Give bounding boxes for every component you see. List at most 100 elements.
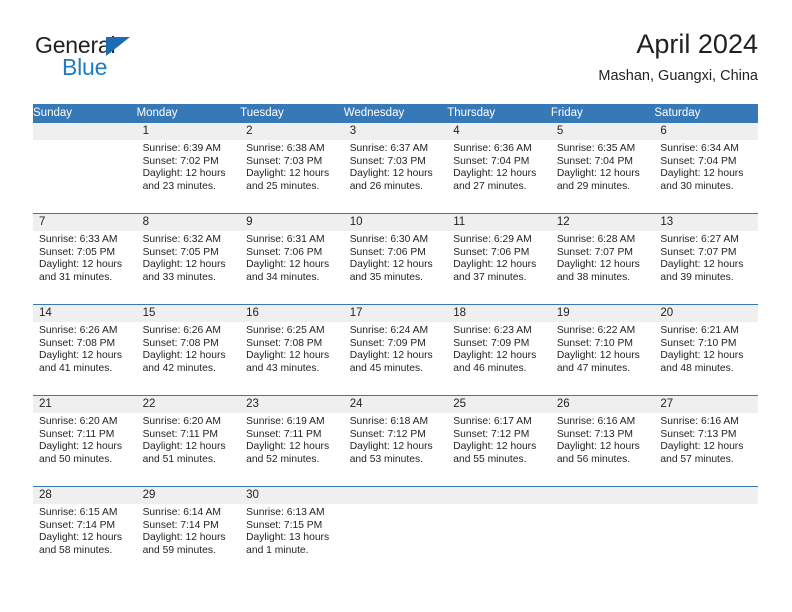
day-details: Sunrise: 6:14 AM Sunset: 7:14 PM Daylight:…: [137, 504, 241, 557]
generalblue-logo[interactable]: General Blue: [33, 32, 263, 90]
calendar-day-cell[interactable]: 10 Sunrise: 6:30 AM Sunset: 7:06 PM Dayligh…: [343, 213, 448, 305]
daylight-duration-line1: Daylight: 12 hours: [556, 441, 640, 453]
day-number: 26: [550, 396, 655, 413]
calendar-day-cell[interactable]: 17 Sunrise: 6:24 AM Sunset: 7:09 PM Dayligh…: [343, 304, 448, 396]
day-details: Sunrise: 6:24 AM Sunset: 7:09 PM Daylight:…: [344, 322, 448, 375]
calendar-day-cell[interactable]: 12 Sunrise: 6:28 AM Sunset: 7:07 PM Dayligh…: [550, 213, 655, 305]
calendar-day-cell[interactable]: 20 Sunrise: 6:21 AM Sunset: 7:10 PM Dayligh…: [654, 304, 758, 396]
daylight-duration-line2: and 35 minutes.: [349, 271, 423, 283]
calendar-day-cell[interactable]: 1 Sunrise: 6:39 AM Sunset: 7:02 PM Daylight…: [136, 123, 241, 214]
calendar-day-cell[interactable]: 21 Sunrise: 6:20 AM Sunset: 7:11 PM Dayligh…: [33, 395, 137, 487]
daylight-duration-line2: and 43 minutes.: [246, 362, 320, 374]
day-details: Sunrise: 6:22 AM Sunset: 7:10 PM Daylight:…: [551, 322, 655, 375]
daylight-duration-line2: and 33 minutes.: [142, 271, 216, 283]
sunrise-time: Sunrise: 6:22 AM: [556, 325, 636, 336]
sunset-time: Sunset: 7:10 PM: [660, 337, 737, 349]
calendar-day-cell[interactable]: 27 Sunrise: 6:16 AM Sunset: 7:13 PM Dayligh…: [654, 395, 758, 487]
day-details: Sunrise: 6:19 AM Sunset: 7:11 PM Daylight:…: [240, 413, 344, 466]
calendar-day-cell[interactable]: 24 Sunrise: 6:18 AM Sunset: 7:12 PM Dayligh…: [343, 395, 448, 487]
sunset-time: Sunset: 7:08 PM: [142, 337, 219, 349]
daylight-duration-line1: Daylight: 12 hours: [142, 350, 226, 362]
calendar-day-cell[interactable]: 14 Sunrise: 6:26 AM Sunset: 7:08 PM Dayligh…: [33, 304, 137, 396]
daylight-duration-line2: and 23 minutes.: [142, 180, 216, 192]
day-number: 2: [240, 123, 344, 140]
calendar-day-cell[interactable]: 29 Sunrise: 6:14 AM Sunset: 7:14 PM Dayligh…: [136, 486, 241, 577]
day-details: Sunrise: 6:36 AM Sunset: 7:04 PM Daylight:…: [447, 140, 551, 193]
sunrise-time: Sunrise: 6:16 AM: [660, 416, 739, 427]
weekday-header-monday: Monday: [136, 104, 241, 123]
day-details: Sunrise: 6:21 AM Sunset: 7:10 PM Daylight:…: [654, 322, 758, 375]
daylight-duration-line2: and 1 minute.: [246, 544, 309, 556]
day-number: [550, 487, 655, 504]
daylight-duration-line1: Daylight: 12 hours: [556, 168, 640, 180]
day-details: Sunrise: 6:26 AM Sunset: 7:08 PM Daylight:…: [33, 322, 137, 375]
calendar-empty-cell: [654, 486, 758, 577]
daylight-duration-line2: and 38 minutes.: [556, 271, 631, 283]
day-details: Sunrise: 6:20 AM Sunset: 7:11 PM Daylight:…: [33, 413, 137, 466]
sunrise-time: Sunrise: 6:23 AM: [453, 325, 532, 336]
calendar-day-cell[interactable]: 11 Sunrise: 6:29 AM Sunset: 7:06 PM Dayligh…: [447, 213, 551, 305]
day-details: Sunrise: 6:29 AM Sunset: 7:06 PM Daylight:…: [447, 231, 551, 284]
daylight-duration-line2: and 37 minutes.: [453, 271, 527, 283]
sunset-time: Sunset: 7:04 PM: [453, 155, 530, 167]
calendar-day-cell[interactable]: 16 Sunrise: 6:25 AM Sunset: 7:08 PM Dayligh…: [240, 304, 344, 396]
calendar-day-cell[interactable]: 30 Sunrise: 6:13 AM Sunset: 7:15 PM Dayligh…: [240, 486, 344, 577]
calendar-day-cell[interactable]: 9 Sunrise: 6:31 AM Sunset: 7:06 PM Daylight…: [240, 213, 344, 305]
sunrise-time: Sunrise: 6:36 AM: [453, 143, 532, 154]
sunrise-time: Sunrise: 6:17 AM: [453, 416, 532, 427]
daylight-duration-line1: Daylight: 13 hours: [246, 532, 330, 544]
sunrise-time: Sunrise: 6:30 AM: [349, 234, 429, 245]
daylight-duration-line1: Daylight: 12 hours: [246, 441, 330, 453]
daylight-duration-line2: and 25 minutes.: [246, 180, 320, 192]
daylight-duration-line2: and 46 minutes.: [453, 362, 527, 374]
sunrise-time: Sunrise: 6:13 AM: [246, 507, 325, 518]
calendar-day-cell[interactable]: 8 Sunrise: 6:32 AM Sunset: 7:05 PM Daylight…: [136, 213, 241, 305]
calendar-day-cell[interactable]: 13 Sunrise: 6:27 AM Sunset: 7:07 PM Dayligh…: [654, 213, 758, 305]
sunset-time: Sunset: 7:08 PM: [39, 337, 116, 349]
day-number: 17: [343, 305, 448, 322]
calendar-grid: Sunday Monday Tuesday Wednesday Thursday…: [33, 104, 758, 577]
calendar-day-cell[interactable]: 7 Sunrise: 6:33 AM Sunset: 7:05 PM Daylight…: [33, 213, 137, 305]
sunset-time: Sunset: 7:12 PM: [453, 428, 530, 440]
calendar-day-cell[interactable]: 28 Sunrise: 6:15 AM Sunset: 7:14 PM Dayligh…: [33, 486, 137, 577]
sunrise-time: Sunrise: 6:39 AM: [142, 143, 221, 154]
calendar-day-cell[interactable]: 25 Sunrise: 6:17 AM Sunset: 7:12 PM Dayligh…: [447, 395, 551, 487]
calendar-day-cell[interactable]: 22 Sunrise: 6:20 AM Sunset: 7:11 PM Dayligh…: [136, 395, 241, 487]
day-number: 15: [136, 305, 241, 322]
daylight-duration-line2: and 29 minutes.: [556, 180, 631, 192]
sunset-time: Sunset: 7:04 PM: [660, 155, 737, 167]
day-details: Sunrise: 6:34 AM Sunset: 7:04 PM Daylight:…: [654, 140, 758, 193]
calendar-day-cell[interactable]: 4 Sunrise: 6:36 AM Sunset: 7:04 PM Daylight…: [447, 123, 551, 214]
calendar-day-cell[interactable]: 5 Sunrise: 6:35 AM Sunset: 7:04 PM Daylight…: [550, 123, 655, 214]
day-details: Sunrise: 6:16 AM Sunset: 7:13 PM Daylight:…: [551, 413, 655, 466]
day-details: Sunrise: 6:31 AM Sunset: 7:06 PM Daylight:…: [240, 231, 344, 284]
daylight-duration-line2: and 31 minutes.: [39, 271, 113, 283]
daylight-duration-line2: and 52 minutes.: [246, 453, 320, 465]
daylight-duration-line1: Daylight: 12 hours: [246, 350, 330, 362]
calendar-empty-cell: [33, 123, 137, 214]
daylight-duration-line2: and 26 minutes.: [349, 180, 423, 192]
day-number: 27: [654, 396, 758, 413]
title-block: April 2024 Mashan, Guangxi, China: [598, 28, 758, 86]
daylight-duration-line2: and 55 minutes.: [453, 453, 527, 465]
calendar-day-cell[interactable]: 6 Sunrise: 6:34 AM Sunset: 7:04 PM Daylight…: [654, 123, 758, 214]
calendar-day-cell[interactable]: 2 Sunrise: 6:38 AM Sunset: 7:03 PM Daylight…: [240, 123, 344, 214]
calendar-week-row: 1 Sunrise: 6:39 AM Sunset: 7:02 PM Daylight…: [33, 123, 758, 214]
day-number: 16: [240, 305, 344, 322]
calendar-day-cell[interactable]: 23 Sunrise: 6:19 AM Sunset: 7:11 PM Dayligh…: [240, 395, 344, 487]
day-number: 22: [136, 396, 241, 413]
calendar-day-cell[interactable]: 26 Sunrise: 6:16 AM Sunset: 7:13 PM Dayligh…: [550, 395, 655, 487]
day-number: 4: [447, 123, 551, 140]
calendar-header-row: Sunday Monday Tuesday Wednesday Thursday…: [33, 104, 758, 123]
daylight-duration-line1: Daylight: 12 hours: [660, 350, 744, 362]
calendar-week-row: 7 Sunrise: 6:33 AM Sunset: 7:05 PM Daylight…: [33, 213, 758, 305]
calendar-day-cell[interactable]: 18 Sunrise: 6:23 AM Sunset: 7:09 PM Dayligh…: [447, 304, 551, 396]
weekday-header-sunday: Sunday: [33, 104, 137, 123]
calendar-day-cell[interactable]: 19 Sunrise: 6:22 AM Sunset: 7:10 PM Dayligh…: [550, 304, 655, 396]
sunrise-time: Sunrise: 6:26 AM: [142, 325, 221, 336]
calendar-day-cell[interactable]: 15 Sunrise: 6:26 AM Sunset: 7:08 PM Dayligh…: [136, 304, 241, 396]
calendar-empty-cell: [343, 486, 448, 577]
calendar-day-cell[interactable]: 3 Sunrise: 6:37 AM Sunset: 7:03 PM Daylight…: [343, 123, 448, 214]
sunset-time: Sunset: 7:07 PM: [556, 246, 633, 258]
calendar-week-row: 21 Sunrise: 6:20 AM Sunset: 7:11 PM Dayligh…: [33, 395, 758, 487]
